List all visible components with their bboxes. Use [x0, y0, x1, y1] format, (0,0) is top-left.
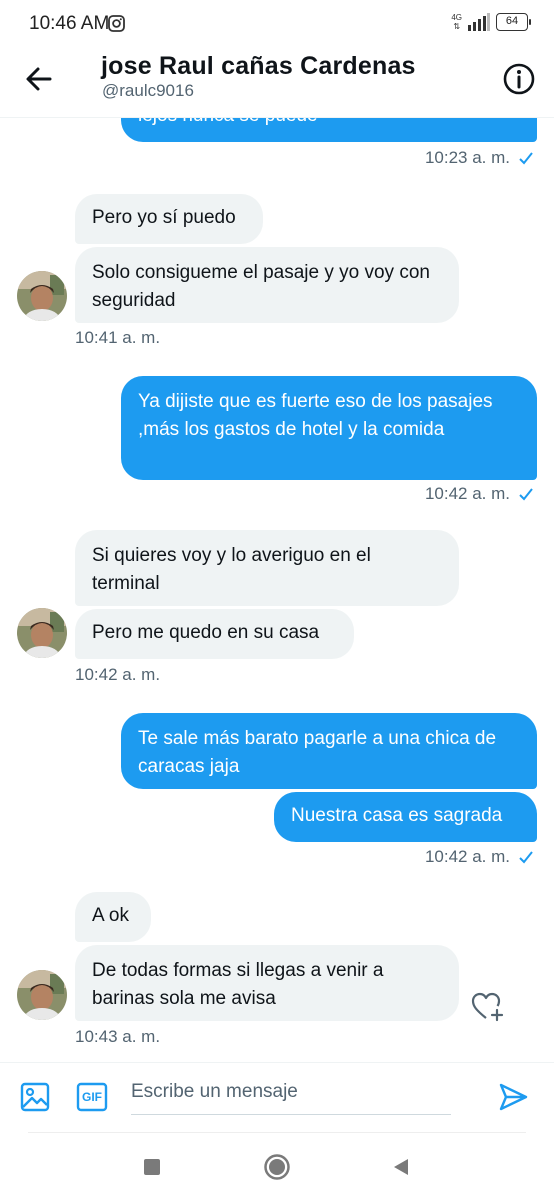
status-time: 10:46 AM [29, 13, 110, 34]
message-bubble-sent[interactable]: Ya dijiste que es fuerte eso de los pasa… [121, 376, 537, 480]
check-icon [519, 152, 533, 165]
message-bubble-received[interactable]: Pero me quedo en su casa [75, 609, 354, 659]
status-bar: 10:46 AM 4G ⇅ 64 [0, 0, 554, 48]
timestamp-text: 10:42 a. m. [424, 847, 510, 866]
check-icon [519, 851, 533, 864]
message-text: Nuestra casa es sagrada [291, 805, 503, 826]
message-text: Si quieres voy y lo averiguo en el termi… [92, 545, 371, 594]
avatar-image [17, 608, 67, 658]
timestamp-text: 10:43 a. m. [75, 1027, 161, 1046]
message-bubble-received[interactable]: Pero yo sí puedo [75, 194, 263, 244]
message-bubble-received[interactable]: Solo consigueme el pasaje y yo voy con s… [75, 247, 459, 323]
arrow-left-icon[interactable] [22, 62, 56, 96]
message-text: Solo consigueme el pasaje y yo voy con s… [92, 262, 430, 311]
image-icon[interactable] [19, 1081, 51, 1113]
check-icon [519, 488, 533, 501]
message-text: lejos nunca se puede [138, 118, 318, 126]
instagram-icon [108, 15, 125, 32]
message-timestamp: 10:23 a. m. [425, 148, 534, 168]
message-bubble-received[interactable]: A ok [75, 892, 151, 942]
heart-plus-icon[interactable] [471, 991, 505, 1023]
gif-label: GIF [82, 1090, 102, 1104]
avatar[interactable] [17, 271, 67, 321]
message-input[interactable]: Escribe un mensaje [131, 1077, 451, 1115]
android-navigation-bar [0, 1140, 554, 1200]
message-text: Ya dijiste que es fuerte eso de los pasa… [138, 391, 493, 440]
info-circle-icon[interactable] [502, 62, 536, 96]
avatar-image [17, 271, 67, 321]
message-text: Pero me quedo en su casa [92, 622, 320, 643]
message-text: Pero yo sí puedo [92, 207, 236, 228]
signal-icon [468, 13, 490, 31]
message-timestamp: 10:43 a. m. [75, 1027, 160, 1047]
send-icon[interactable] [497, 1081, 529, 1113]
recents-square-icon[interactable] [142, 1157, 162, 1177]
home-circle-icon[interactable] [263, 1153, 291, 1181]
message-list[interactable]: lejos nunca se puede 10:23 a. m. Pero yo… [0, 118, 554, 1062]
avatar[interactable] [17, 608, 67, 658]
message-bubble-sent[interactable]: Te sale más barato pagarle a una chica d… [121, 713, 537, 789]
contact-name[interactable]: jose Raul cañas Cardenas [101, 52, 416, 81]
network-type: 4G [451, 13, 462, 22]
back-triangle-icon[interactable] [391, 1157, 411, 1177]
message-bubble-sent[interactable]: Nuestra casa es sagrada [274, 792, 537, 842]
message-timestamp: 10:42 a. m. [75, 665, 160, 685]
message-text: Te sale más barato pagarle a una chica d… [138, 728, 497, 777]
message-input-placeholder: Escribe un mensaje [131, 1081, 298, 1102]
contact-handle[interactable]: @raulc9016 [102, 81, 194, 101]
divider [28, 1132, 526, 1133]
message-bubble-received[interactable]: Si quieres voy y lo averiguo en el termi… [75, 530, 459, 606]
message-text: A ok [92, 905, 129, 926]
conversation-header: jose Raul cañas Cardenas @raulc9016 [0, 48, 554, 118]
timestamp-text: 10:41 a. m. [75, 328, 161, 347]
timestamp-text: 10:23 a. m. [424, 148, 510, 167]
avatar-image [17, 970, 67, 1020]
avatar[interactable] [17, 970, 67, 1020]
network-indicator: 4G ⇅ [451, 13, 462, 31]
message-timestamp: 10:42 a. m. [425, 484, 534, 504]
message-bubble-sent[interactable]: lejos nunca se puede [121, 118, 537, 142]
timestamp-text: 10:42 a. m. [75, 665, 161, 684]
message-bubble-received[interactable]: De todas formas si llegas a venir a bari… [75, 945, 459, 1021]
message-text: De todas formas si llegas a venir a bari… [92, 960, 384, 1009]
message-timestamp: 10:42 a. m. [425, 847, 534, 867]
message-composer: GIF Escribe un mensaje [0, 1062, 554, 1132]
message-timestamp: 10:41 a. m. [75, 328, 160, 348]
battery-icon: 64 [496, 13, 531, 31]
timestamp-text: 10:42 a. m. [424, 484, 510, 503]
